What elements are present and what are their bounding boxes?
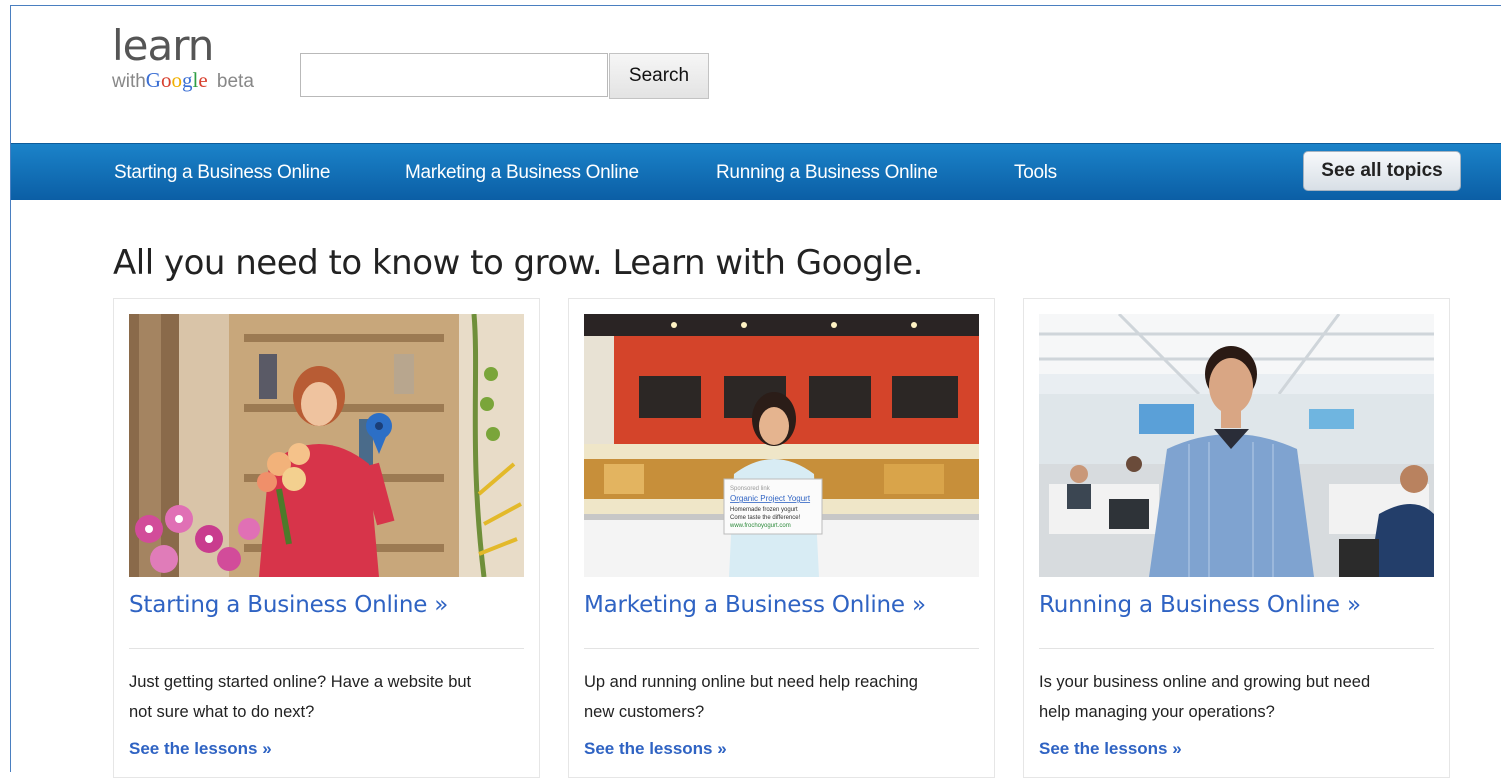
card-divider <box>129 648 524 649</box>
card-divider <box>1039 648 1434 649</box>
logo-beta-text: beta <box>216 71 254 92</box>
page-headline: All you need to know to grow. Learn with… <box>113 243 923 283</box>
logo-subtitle: withGoogle beta <box>112 70 254 92</box>
sign-ad-line: Homemade frozen yogurt <box>730 507 798 513</box>
card-starting: Starting a Business Online » Just gettin… <box>113 298 540 778</box>
logo-with-text: with <box>112 71 146 92</box>
logo-google-wordmark: Google <box>145 68 208 92</box>
see-lessons-link-starting[interactable]: See the lessons » <box>129 739 272 759</box>
card-description-line: Is your business online and growing but … <box>1039 673 1371 691</box>
card-description-starting: Just getting started online? Have a webs… <box>129 667 529 727</box>
nav-item-tools[interactable]: Tools <box>1014 162 1057 184</box>
card-description-line: help managing your operations? <box>1039 703 1275 721</box>
card-title-running[interactable]: Running a Business Online » <box>1039 592 1361 618</box>
nav-item-marketing[interactable]: Marketing a Business Online <box>405 162 639 184</box>
see-all-topics-button[interactable]: See all topics <box>1303 151 1461 191</box>
topic-nav-bar: Starting a Business Online Marketing a B… <box>11 143 1501 200</box>
card-photo-starting[interactable] <box>129 314 524 577</box>
card-photo-marketing[interactable]: Sponsored link Organic Project Yogurt Ho… <box>584 314 979 577</box>
card-description-line: new customers? <box>584 703 705 721</box>
sign-ad-url: www.frochoyogurt.com <box>729 523 791 529</box>
card-description-running: Is your business online and growing but … <box>1039 667 1439 727</box>
search-input[interactable] <box>300 53 608 97</box>
learn-with-google-logo[interactable]: learn withGoogle beta <box>112 24 254 92</box>
search-button[interactable]: Search <box>609 53 709 99</box>
card-description-line: Just getting started online? Have a webs… <box>129 673 472 691</box>
card-title-marketing[interactable]: Marketing a Business Online » <box>584 592 926 618</box>
nav-item-starting[interactable]: Starting a Business Online <box>114 162 330 184</box>
sign-sponsored-label: Sponsored link <box>730 486 771 492</box>
sign-ad-line: Come taste the difference! <box>730 515 801 521</box>
card-running: Running a Business Online » Is your busi… <box>1023 298 1450 778</box>
card-description-line: not sure what to do next? <box>129 703 315 721</box>
card-description-marketing: Up and running online but need help reac… <box>584 667 984 727</box>
nav-item-running[interactable]: Running a Business Online <box>716 162 938 184</box>
card-photo-running[interactable] <box>1039 314 1434 577</box>
card-title-starting[interactable]: Starting a Business Online » <box>129 592 448 618</box>
logo-learn-text: learn <box>112 21 214 70</box>
see-lessons-link-running[interactable]: See the lessons » <box>1039 739 1182 759</box>
sign-ad-title: Organic Project Yogurt <box>730 494 811 503</box>
see-lessons-link-marketing[interactable]: See the lessons » <box>584 739 727 759</box>
card-marketing: Sponsored link Organic Project Yogurt Ho… <box>568 298 995 778</box>
card-description-line: Up and running online but need help reac… <box>584 673 918 691</box>
card-divider <box>584 648 979 649</box>
